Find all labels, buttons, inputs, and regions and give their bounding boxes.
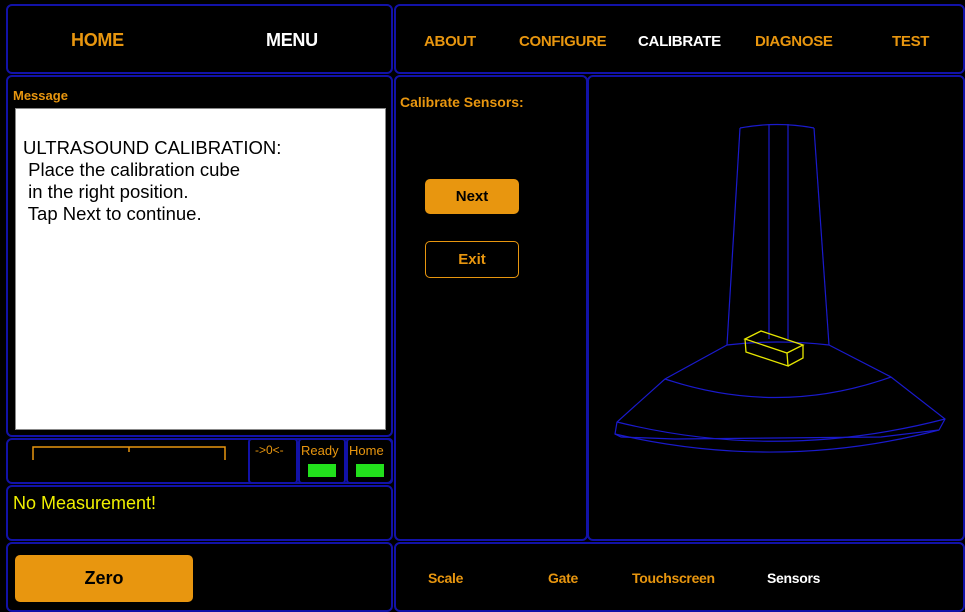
ready-indicator-label: Ready (301, 443, 339, 458)
message-line: ULTRASOUND CALIBRATION: (23, 137, 282, 158)
exit-button[interactable]: Exit (425, 241, 519, 278)
sensor-model-wireframe (614, 123, 946, 453)
message-title: Message (13, 88, 68, 103)
calibrate-title: Calibrate Sensors: (400, 94, 524, 110)
home-lamp (356, 464, 384, 477)
next-button[interactable]: Next (425, 179, 519, 214)
tab-gate[interactable]: Gate (548, 570, 578, 586)
message-line: Place the calibration cube (23, 159, 240, 180)
status-text: No Measurement! (13, 493, 157, 513)
zero-indicator-label: ->0<- (255, 443, 284, 457)
ready-lamp (308, 464, 336, 477)
menu-button[interactable]: MENU (266, 30, 318, 51)
tab-diagnose[interactable]: DIAGNOSE (755, 33, 833, 50)
zero-button[interactable]: Zero (15, 555, 193, 602)
message-line: in the right position. (23, 181, 189, 202)
tab-about[interactable]: ABOUT (424, 33, 476, 50)
tab-scale[interactable]: Scale (428, 570, 463, 586)
tab-sensors[interactable]: Sensors (767, 570, 820, 586)
header-left-frame (6, 4, 393, 74)
tab-configure[interactable]: CONFIGURE (519, 33, 607, 50)
tab-test[interactable]: TEST (892, 33, 929, 50)
tab-calibrate[interactable]: CALIBRATE (638, 33, 721, 50)
tab-touchscreen[interactable]: Touchscreen (632, 570, 715, 586)
scale-bar (32, 446, 226, 460)
message-line: Tap Next to continue. (23, 203, 202, 224)
calibrate-controls-panel (394, 75, 588, 541)
home-button[interactable]: HOME (71, 30, 124, 51)
message-box: ULTRASOUND CALIBRATION: Place the calibr… (15, 108, 386, 430)
home-indicator-label: Home (349, 443, 384, 458)
